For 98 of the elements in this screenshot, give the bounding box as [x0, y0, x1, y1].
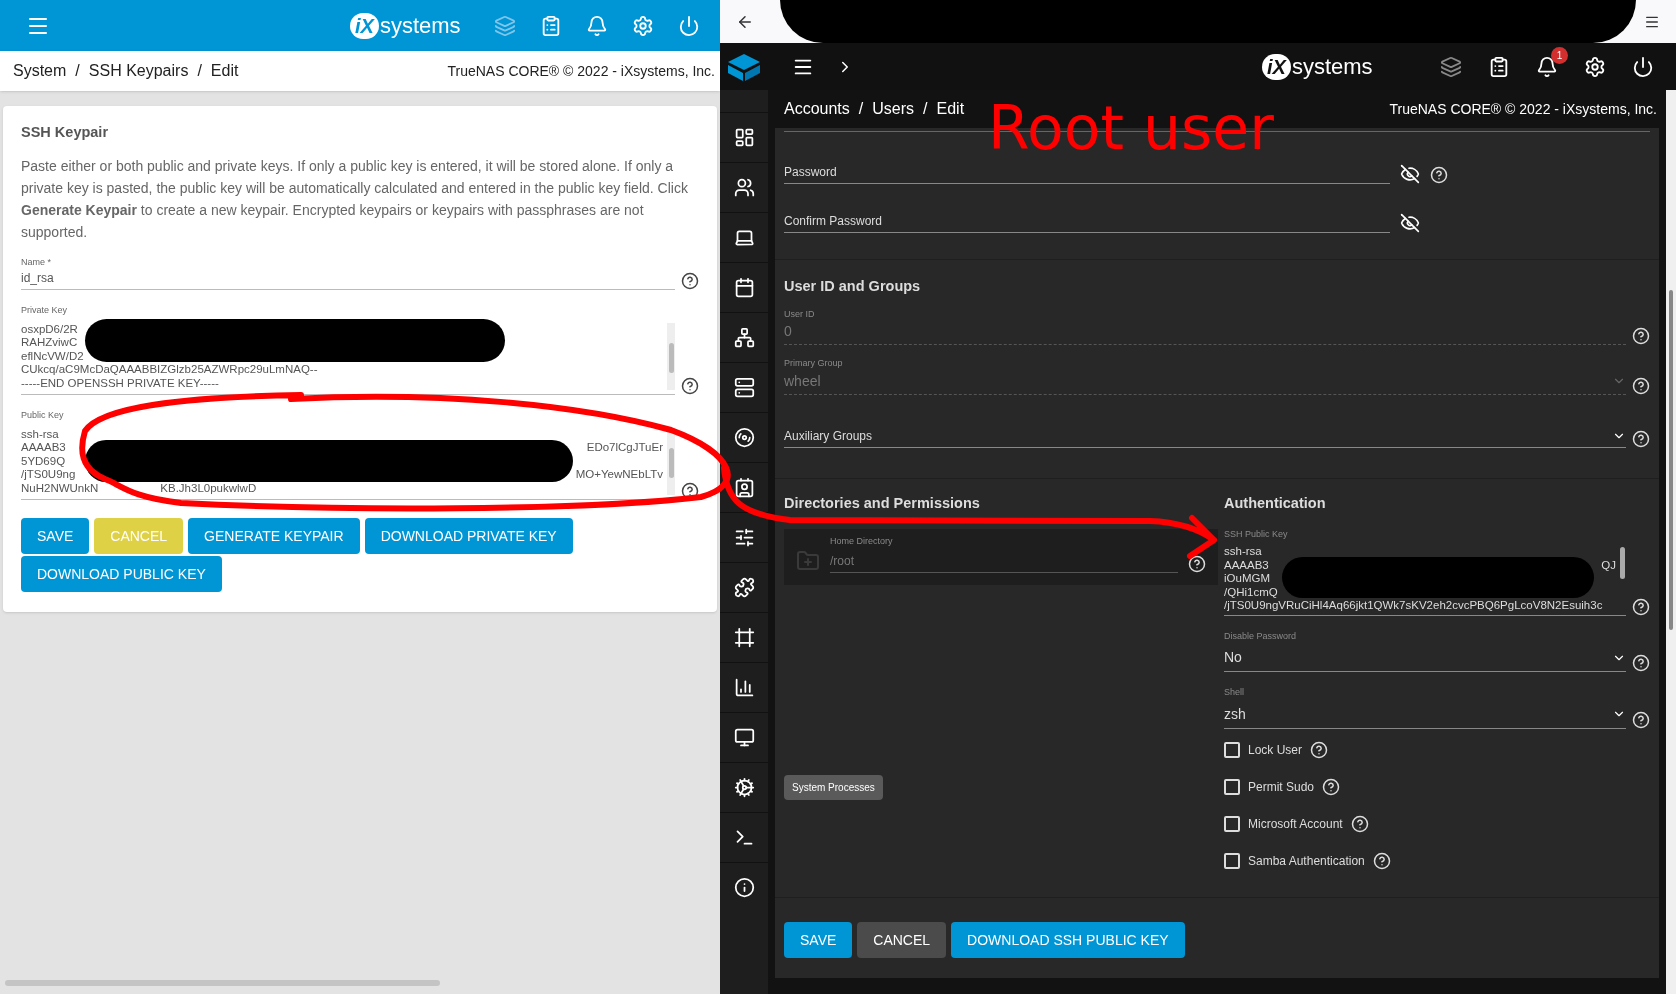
card-title: SSH Keypair [21, 123, 110, 142]
key-text: CUkcq/aC9McDaQAAABBIZGlzb25AZWRpc29uLmNAQ-- [21, 363, 318, 377]
breadcrumb-link[interactable]: Users [872, 97, 915, 121]
logo-text: systems [1291, 55, 1373, 78]
key-text: QJ [1601, 558, 1616, 572]
logo-text: systems [379, 14, 461, 37]
checkbox-label: Samba Authentication [1248, 852, 1365, 870]
section-title: Authentication [1224, 493, 1327, 513]
description-text: Paste either or both public and private keys. If only a public key is entered, it will be stored alone. If only a private key is pasted, the public key will be automatically calculated and entered in the public key field. Click Generate Keypair to create a new keypair. Encrypted keypairs or keypairs with passphrases are not supported. [21, 156, 689, 242]
notification-badge: 1 [1551, 46, 1568, 64]
key-text: KB.Jh3L0pukwlwD [160, 481, 257, 496]
field-label: Public Key [21, 409, 65, 423]
field-label: User ID [784, 307, 816, 321]
key-text: 5YD69Q [21, 454, 66, 469]
select-field[interactable]: No [1224, 647, 1626, 672]
logo-mark: iX [1262, 53, 1291, 80]
key-text: AAAAB3 [21, 441, 66, 455]
scrollbar[interactable] [5, 980, 440, 986]
field-label: Shell [1224, 686, 1245, 699]
key-text: eflNcVW/D2 [21, 349, 84, 364]
frame-icon[interactable] [733, 627, 755, 648]
clipboard-icon[interactable] [540, 14, 562, 37]
eye-off-icon[interactable] [1400, 213, 1420, 233]
field-label: Primary Group [784, 357, 844, 371]
checkbox[interactable] [1224, 852, 1240, 869]
tooltip: System Processes [784, 775, 883, 800]
sliders-icon[interactable] [733, 527, 755, 548]
field-label: Disable Password [1224, 629, 1298, 643]
puzzle-icon[interactable] [733, 577, 755, 598]
name-field[interactable]: id_rsa [21, 269, 675, 291]
path-value: /root [830, 552, 1178, 573]
field-label: Private Key [21, 304, 69, 318]
scrollbar[interactable] [1669, 290, 1673, 630]
copyright-text: TrueNAS CORE® © 2022 - iXsystems, Inc. [447, 61, 715, 81]
folder-icon [796, 549, 820, 573]
key-text: -----END OPENSSH PRIVATE KEY----- [21, 376, 219, 391]
key-text: iOuMGM [1224, 572, 1270, 586]
contact-card-icon[interactable] [733, 477, 755, 498]
field-label: Name * [21, 255, 52, 269]
password-field[interactable]: Confirm Password [784, 212, 1390, 233]
key-text: AAAAB3 [1224, 558, 1269, 572]
key-text: MO+YewNEbLTv [575, 468, 663, 482]
section-title: User ID and Groups [784, 277, 922, 296]
disc-icon[interactable] [733, 427, 755, 448]
breadcrumb-link[interactable]: SSH Keypairs [88, 59, 189, 83]
checkbox[interactable] [1224, 815, 1240, 832]
network-icon[interactable] [733, 327, 755, 348]
cube-logo-icon[interactable] [726, 51, 762, 82]
checkbox-label: Lock User [1248, 741, 1303, 759]
notifications-icon[interactable] [1536, 55, 1558, 78]
checkbox-label: Microsoft Account [1248, 815, 1343, 833]
key-text: /jTS0U9ng [21, 468, 76, 482]
breadcrumb-separator: / [197, 61, 202, 81]
dashboard-icon[interactable] [733, 127, 755, 148]
bar-chart-icon[interactable] [733, 677, 755, 698]
breadcrumb-link[interactable]: System [13, 59, 67, 83]
section-title: Directories and Permissions [784, 493, 981, 513]
checkbox-label: Permit Sudo [1248, 778, 1315, 796]
field-label: Home Directory [830, 534, 894, 548]
key-text: EDo7lCgJTuEr [586, 441, 663, 455]
logo-mark: iX [350, 12, 379, 39]
action-button[interactable]: CANCEL [857, 922, 947, 958]
scrollbar[interactable] [667, 322, 675, 391]
annotation-text: Root user [988, 98, 1274, 158]
key-text: RAHZviwC [21, 336, 78, 350]
checkbox[interactable] [1224, 778, 1240, 795]
field-label: SSH Public Key [1224, 527, 1289, 541]
breadcrumb-separator: / [75, 61, 80, 81]
breadcrumb-link[interactable]: Accounts [784, 97, 850, 121]
eye-off-icon[interactable] [1400, 164, 1420, 184]
select-field[interactable]: Auxiliary Groups [784, 426, 1626, 448]
key-text: NuH2NWUnkN [21, 481, 99, 496]
select-field[interactable]: zsh [1224, 703, 1626, 729]
breadcrumb-separator: / [923, 99, 928, 119]
users-icon[interactable] [733, 177, 755, 198]
password-field[interactable]: Password [784, 163, 1390, 184]
monitor-icon[interactable] [733, 727, 755, 748]
breadcrumb-separator: / [858, 99, 864, 119]
key-textarea[interactable]: ssh-rsa AAAAB3 EDo7lCgJTuEr 5YD69Q /jTS0U9ng MO+YewNEbLTv NuH2NWUnkN KB.Jh3L0pukwlwD [21, 422, 675, 501]
key-text: ssh-rsa [1224, 545, 1262, 559]
key-textarea[interactable]: ssh-rsa AAAAB3 QJ iOuMGM /QHi1cmQ /jTS0U9ngVRuCiHl4Aq66jkt1QWk7sKV2eh2cvcPBQ6PgLcoV8N2Esuih3c [1224, 541, 1626, 616]
key-text: osxpD6/2R [21, 322, 78, 337]
key-textarea[interactable]: osxpD6/2R RAHZviwC eflNcVW/D2 CUkcq/aC9McDaQAAABBIZGlzb25AZWRpc29uLmNAQ-- -----END OPENSSH PRIVATE KEY----- [21, 317, 675, 396]
key-text: /QHi1cmQ [1224, 585, 1278, 599]
gear-icon[interactable] [733, 777, 755, 798]
key-text: ssh-rsa [21, 427, 59, 442]
copyright-text: TrueNAS CORE® © 2022 - iXsystems, Inc. [1389, 99, 1657, 119]
power-icon[interactable] [1632, 55, 1654, 78]
help-icon[interactable] [681, 272, 699, 291]
key-text: /jTS0U9ngVRuCiHl4Aq66jkt1QWk7sKV2eh2cvcPBQ6PgLcoV8N2Esuih3c [1224, 599, 1603, 613]
settings-icon[interactable] [1584, 55, 1606, 78]
layers-icon[interactable] [1440, 55, 1462, 78]
calendar-icon[interactable] [733, 277, 755, 298]
clipboard-icon[interactable] [1488, 55, 1510, 78]
checkbox[interactable] [1224, 741, 1240, 758]
help-icon[interactable] [681, 377, 699, 396]
storage-icon[interactable] [733, 377, 755, 398]
info-icon[interactable] [733, 877, 755, 898]
